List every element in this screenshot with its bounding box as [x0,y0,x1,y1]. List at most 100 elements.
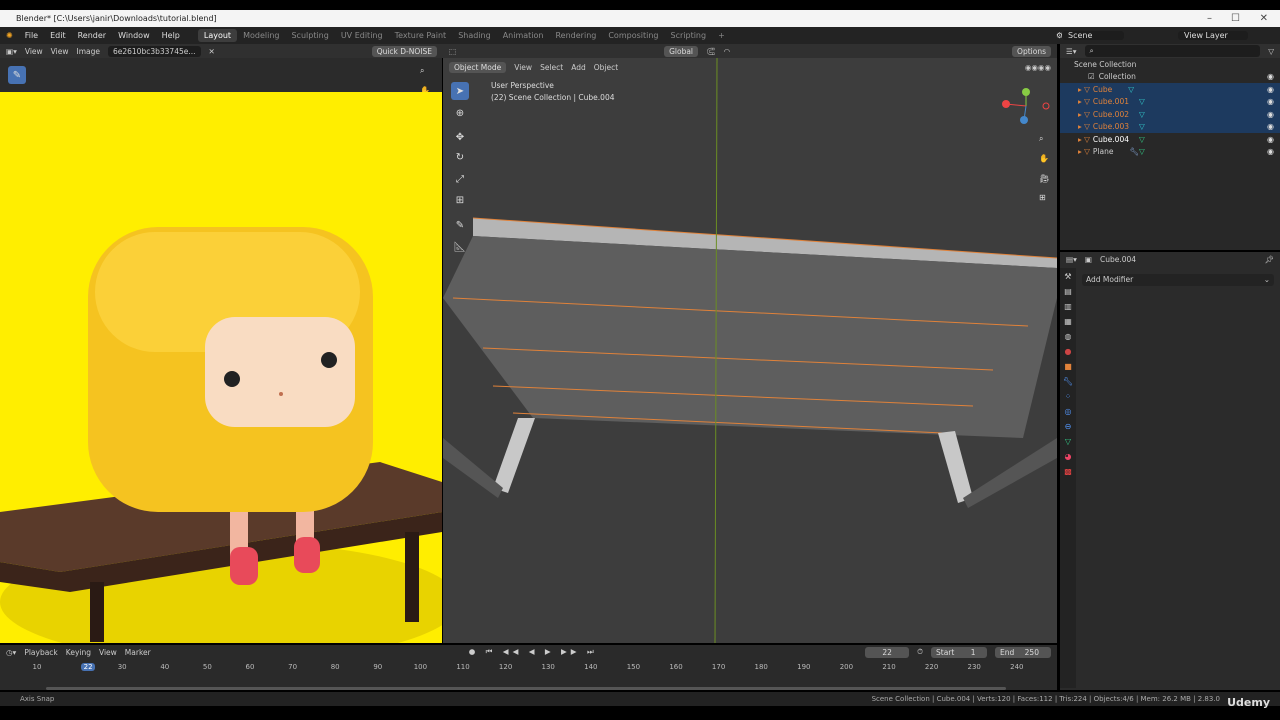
frame-ruler[interactable]: 10 22 30 40 50 60 70 80 90 100 110 120 130 140 150 160 1… [0,663,1057,673]
sample-tool-icon[interactable]: ✎ [8,66,26,84]
view-menu[interactable]: View [51,47,69,56]
minimize-button[interactable]: – [1207,10,1212,27]
menu-help[interactable]: Help [156,31,186,40]
eye-icon[interactable]: ◉ [1267,122,1274,131]
add-workspace-button[interactable]: + [712,31,731,40]
playback-menu[interactable]: Playback [24,648,57,657]
current-frame-field[interactable]: 22 [865,646,910,658]
outliner-item-cube-002[interactable]: ▸ ▽ Cube.002 ▽ ◉ [1060,108,1280,121]
tab-texture-paint[interactable]: Texture Paint [389,31,453,40]
object-tab-icon[interactable]: ■ [1064,362,1072,371]
render-tab-icon[interactable]: ▤ [1064,287,1072,296]
tab-compositing[interactable]: Compositing [602,31,664,40]
viewport-menu-select[interactable]: Select [540,63,563,72]
viewport-menu-object[interactable]: Object [594,63,618,72]
stopwatch-icon[interactable]: ⏱ [917,647,923,657]
current-frame-marker[interactable]: 22 [81,663,96,671]
scene-selector[interactable]: Scene [1062,31,1124,40]
add-modifier-dropdown[interactable]: Add Modifier ⌄ [1082,274,1274,286]
start-frame-field[interactable]: Start 1 [931,646,987,658]
maximize-button[interactable]: ☐ [1231,10,1240,27]
outliner-search-input[interactable]: ⌕ [1084,45,1261,57]
tab-sculpting[interactable]: Sculpting [285,31,334,40]
eye-icon[interactable]: ◉ [1267,110,1274,119]
orientation-dropdown[interactable]: Global [664,45,699,57]
timeline-scrollbar[interactable] [46,687,1006,690]
viewport-menu-add[interactable]: Add [571,63,586,72]
view-menu[interactable]: View [99,648,117,657]
eye-icon[interactable]: ◉ [1267,97,1274,106]
cursor-tool-icon[interactable]: ⊕ [451,104,469,122]
tab-uv-editing[interactable]: UV Editing [335,31,389,40]
display-mode-icon[interactable]: ☰▾ [1066,47,1077,56]
physics-tab-icon[interactable]: ◎ [1065,407,1072,416]
tab-modeling[interactable]: Modeling [237,31,285,40]
eye-icon[interactable]: ◉ [1267,147,1274,156]
close-image-icon[interactable]: ✕ [209,47,215,56]
navigation-gizmo[interactable] [1001,84,1051,128]
outliner-item-cube[interactable]: ▸ ▽ Cube ▽ ◉ [1060,83,1280,96]
zoom-icon[interactable]: ⌕ [1039,134,1043,144]
tab-layout[interactable]: Layout [197,29,238,42]
data-tab-icon[interactable]: ▽ [1065,437,1071,446]
blender-logo-icon[interactable]: ✺ [0,31,19,40]
eye-icon[interactable]: ◉ [1267,135,1274,144]
view-layer-selector[interactable]: View Layer [1178,31,1248,40]
keying-menu[interactable]: Keying [66,648,91,657]
material-tab-icon[interactable]: ◕ [1065,452,1072,461]
pin-icon[interactable]: 📌︎ [1264,255,1274,264]
tab-shading[interactable]: Shading [452,31,497,40]
object-mode-dropdown[interactable]: Object Mode [449,61,507,73]
select-box-icon[interactable]: ⬚ [449,47,456,56]
proportional-edit-icon[interactable]: ◠ [724,47,731,56]
collection-row[interactable]: ☑ Collection ◉ [1060,71,1280,84]
outliner-item-cube-001[interactable]: ▸ ▽ Cube.001 ▽ ◉ [1060,95,1280,108]
scene-tab-icon[interactable]: ◍ [1065,332,1072,341]
outliner-item-cube-003[interactable]: ▸ ▽ Cube.003 ▽ ◉ [1060,120,1280,133]
texture-tab-icon[interactable]: ▩ [1064,467,1072,476]
image-menu[interactable]: Image [76,47,100,56]
particles-tab-icon[interactable]: ⁘ [1065,392,1072,401]
filter-icon[interactable]: ▽ [1268,47,1274,56]
grid-view-icon[interactable]: ⊞ [1039,193,1046,202]
scale-tool-icon[interactable]: ⤢ [451,170,469,188]
viewport-menu-view[interactable]: View [514,63,532,72]
options-dropdown[interactable]: Options [1012,45,1051,57]
output-tab-icon[interactable]: ▥ [1064,302,1072,311]
camera-icon[interactable]: 🎥︎ [1039,174,1049,183]
tab-scripting[interactable]: Scripting [665,31,713,40]
rotate-tool-icon[interactable]: ↻ [451,148,469,166]
image-name-field[interactable]: 6e2610bc3b33745e... [107,45,201,57]
close-button[interactable]: ✕ [1260,10,1268,27]
editor-type-icon[interactable]: ▣▾ [6,47,17,56]
shading-modes-icon[interactable]: ◉◉◉◉ [1025,63,1051,72]
zoom-icon[interactable]: ⌕ [420,66,424,76]
editor-type-icon[interactable]: ▤▾ [1066,255,1077,264]
quick-denoise-button[interactable]: Quick D-NOISE [371,45,437,57]
snap-icon[interactable]: 🧲︎ [706,47,716,56]
playback-controls[interactable]: ● ⏮ ◀◀ ◀ ▶ ▶▶ ⏭ [469,647,598,657]
menu-render[interactable]: Render [72,31,112,40]
scene-collection-row[interactable]: Scene Collection [1060,58,1280,71]
transform-tool-icon[interactable]: ⊞ [451,191,469,209]
outliner-item-plane[interactable]: ▸ ▽ Plane 🔧︎ ▽ ◉ [1060,146,1280,159]
eye-icon[interactable]: ◉ [1267,72,1274,81]
eye-icon[interactable]: ◉ [1267,85,1274,94]
move-tool-icon[interactable]: ✥ [451,128,469,146]
editor-type-icon[interactable]: ◷▾ [6,648,16,657]
image-editor[interactable]: ✎ ✐ ⌕ ✋ [0,58,442,643]
constraints-tab-icon[interactable]: ⊖ [1065,422,1072,431]
menu-window[interactable]: Window [112,31,156,40]
tab-rendering[interactable]: Rendering [549,31,602,40]
world-tab-icon[interactable]: ● [1065,347,1072,356]
marker-menu[interactable]: Marker [125,648,151,657]
select-tool-icon[interactable]: ➤ [451,82,469,100]
checkbox[interactable]: ☑ [1088,72,1095,81]
end-frame-field[interactable]: End 250 [995,646,1051,658]
menu-edit[interactable]: Edit [44,31,72,40]
3d-viewport[interactable]: Object Mode View Select Add Object ◉◉◉◉ … [443,58,1057,643]
tool-tab-icon[interactable]: ⚒ [1064,272,1071,281]
tab-animation[interactable]: Animation [497,31,550,40]
outliner-item-cube-004[interactable]: ▸ ▽ Cube.004 ▽ ◉ [1060,133,1280,146]
view-mode-menu[interactable]: View [25,47,43,56]
